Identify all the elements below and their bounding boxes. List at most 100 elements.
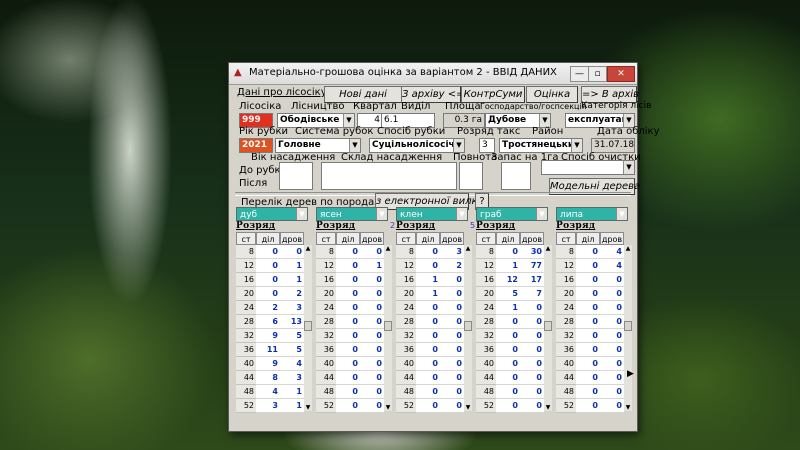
- dil-cell[interactable]: 0: [336, 371, 360, 385]
- dil-cell[interactable]: 0: [336, 329, 360, 343]
- scroll-down-icon[interactable]: ▼: [544, 404, 552, 411]
- dil-cell[interactable]: 1: [496, 259, 520, 273]
- scroll-down-icon[interactable]: ▼: [624, 404, 632, 411]
- drov-cell[interactable]: 17: [520, 273, 544, 287]
- dil-cell[interactable]: 0: [416, 399, 440, 413]
- dil-cell[interactable]: 0: [576, 273, 600, 287]
- scroll-down-icon[interactable]: ▼: [384, 404, 392, 411]
- dil-cell[interactable]: 1: [416, 287, 440, 301]
- dil-cell[interactable]: 0: [416, 343, 440, 357]
- dil-cell[interactable]: 0: [416, 315, 440, 329]
- dil-cell[interactable]: 0: [336, 287, 360, 301]
- dil-cell[interactable]: 2: [256, 301, 280, 315]
- dil-cell[interactable]: 0: [496, 357, 520, 371]
- drov-cell[interactable]: 4: [280, 357, 304, 371]
- drov-cell[interactable]: 0: [440, 371, 464, 385]
- species-select[interactable]: липа ▼: [556, 207, 628, 221]
- drov-cell[interactable]: 1: [360, 259, 384, 273]
- drov-cell[interactable]: 0: [440, 273, 464, 287]
- drov-cell[interactable]: 4: [600, 259, 624, 273]
- dil-cell[interactable]: 0: [336, 259, 360, 273]
- dil-cell[interactable]: 0: [576, 329, 600, 343]
- dil-cell[interactable]: 0: [256, 245, 280, 259]
- drov-cell[interactable]: 0: [440, 399, 464, 413]
- vertical-scrollbar[interactable]: ▲ ▼: [544, 245, 552, 411]
- species-select[interactable]: клен ▼: [396, 207, 468, 221]
- zapas-field[interactable]: [501, 162, 531, 190]
- raion-select[interactable]: Тростянецький ▼: [499, 138, 583, 153]
- drov-cell[interactable]: 0: [440, 385, 464, 399]
- dil-cell[interactable]: 0: [416, 385, 440, 399]
- drov-cell[interactable]: 0: [440, 343, 464, 357]
- povnota-field[interactable]: [459, 162, 483, 190]
- drov-cell[interactable]: 1: [280, 399, 304, 413]
- drov-cell[interactable]: 0: [600, 315, 624, 329]
- dil-cell[interactable]: 0: [496, 371, 520, 385]
- scroll-down-icon[interactable]: ▼: [464, 404, 472, 411]
- chevron-down-icon[interactable]: ▼: [536, 208, 547, 220]
- drov-cell[interactable]: 2: [280, 287, 304, 301]
- drov-cell[interactable]: 3: [440, 245, 464, 259]
- scroll-down-icon[interactable]: ▼: [304, 404, 312, 411]
- vertical-scrollbar[interactable]: ▲ ▼: [384, 245, 392, 411]
- chevron-down-icon[interactable]: ▼: [456, 208, 467, 220]
- dil-cell[interactable]: 0: [336, 245, 360, 259]
- dil-cell[interactable]: 0: [256, 287, 280, 301]
- chevron-down-icon[interactable]: ▼: [453, 139, 464, 152]
- drov-cell[interactable]: 0: [360, 385, 384, 399]
- dil-cell[interactable]: 3: [256, 399, 280, 413]
- drov-cell[interactable]: 0: [600, 273, 624, 287]
- rik-rubky-field[interactable]: 2021: [239, 138, 273, 153]
- drov-cell[interactable]: 4: [600, 245, 624, 259]
- scroll-up-icon[interactable]: ▲: [624, 245, 632, 252]
- dil-cell[interactable]: 1: [416, 273, 440, 287]
- dil-cell[interactable]: 0: [576, 385, 600, 399]
- vertical-scrollbar[interactable]: ▲ ▼: [464, 245, 472, 411]
- drov-cell[interactable]: 5: [280, 343, 304, 357]
- drov-cell[interactable]: 0: [440, 315, 464, 329]
- dil-cell[interactable]: 4: [256, 385, 280, 399]
- drov-cell[interactable]: 0: [360, 273, 384, 287]
- drov-cell[interactable]: 5: [280, 329, 304, 343]
- vertical-scrollbar[interactable]: ▲ ▼: [624, 245, 632, 411]
- drov-cell[interactable]: 0: [520, 399, 544, 413]
- sposib-ochystky-select[interactable]: ▼: [541, 160, 635, 175]
- drov-cell[interactable]: 0: [600, 329, 624, 343]
- dil-cell[interactable]: 0: [576, 399, 600, 413]
- dil-cell[interactable]: 0: [336, 343, 360, 357]
- rozriad-field[interactable]: 3: [479, 138, 495, 153]
- species-select[interactable]: дуб ▼: [236, 207, 308, 221]
- assessment-button[interactable]: Оцінка: [526, 86, 578, 103]
- dil-cell[interactable]: 0: [336, 385, 360, 399]
- drov-cell[interactable]: 3: [280, 301, 304, 315]
- dil-cell[interactable]: 9: [256, 329, 280, 343]
- drov-cell[interactable]: 0: [520, 301, 544, 315]
- chevron-down-icon[interactable]: ▼: [616, 208, 627, 220]
- drov-cell[interactable]: 0: [600, 287, 624, 301]
- drov-cell[interactable]: 0: [360, 315, 384, 329]
- drov-cell[interactable]: 7: [520, 287, 544, 301]
- sklad-field[interactable]: [321, 162, 457, 190]
- drov-cell[interactable]: 0: [360, 329, 384, 343]
- drov-cell[interactable]: 13: [280, 315, 304, 329]
- scroll-up-icon[interactable]: ▲: [464, 245, 472, 252]
- drov-cell[interactable]: 3: [280, 371, 304, 385]
- vik-field[interactable]: [279, 162, 313, 190]
- dil-cell[interactable]: 6: [256, 315, 280, 329]
- dil-cell[interactable]: 8: [256, 371, 280, 385]
- drov-cell[interactable]: 0: [360, 371, 384, 385]
- chevron-down-icon[interactable]: ▼: [623, 161, 634, 174]
- dil-cell[interactable]: 0: [416, 329, 440, 343]
- data-obliku-field[interactable]: 31.07.18: [591, 138, 635, 153]
- dil-cell[interactable]: 5: [496, 287, 520, 301]
- dil-cell[interactable]: 11: [256, 343, 280, 357]
- drov-cell[interactable]: 0: [520, 329, 544, 343]
- drov-cell[interactable]: 0: [520, 371, 544, 385]
- drov-cell[interactable]: 0: [360, 301, 384, 315]
- dil-cell[interactable]: 0: [336, 315, 360, 329]
- dil-cell[interactable]: 1: [496, 301, 520, 315]
- scroll-thumb[interactable]: [544, 321, 552, 331]
- drov-cell[interactable]: 0: [600, 357, 624, 371]
- drov-cell[interactable]: 0: [520, 385, 544, 399]
- drov-cell[interactable]: 0: [520, 315, 544, 329]
